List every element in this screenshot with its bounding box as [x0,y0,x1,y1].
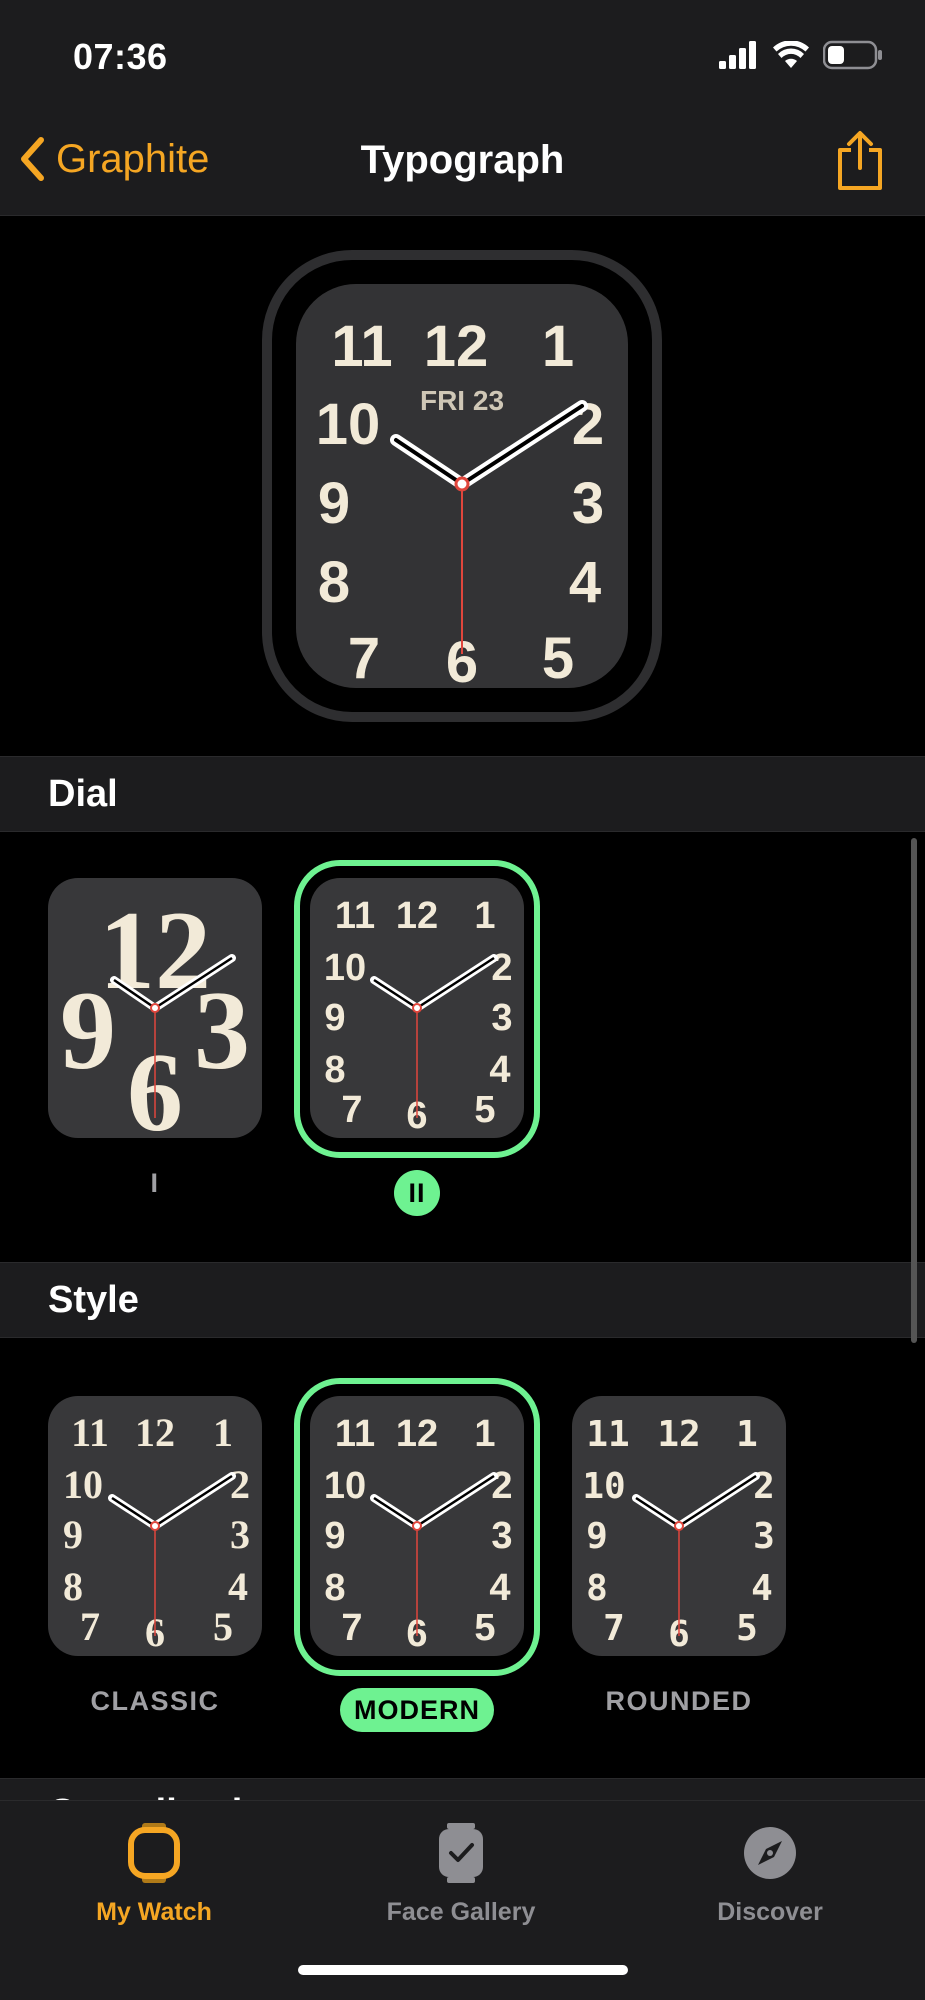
svg-text:3: 3 [230,1512,250,1557]
style-option-modern[interactable]: 12 1 2 345 678 9 10 11 [310,1396,524,1656]
tab-discover[interactable]: Discover [640,1821,900,1927]
numeral-11: 11 [331,314,392,379]
preview-dial: 12 1 2 3 4 5 6 7 8 9 10 11 FRI 23 [316,314,604,688]
share-button[interactable] [835,130,885,197]
svg-text:5: 5 [474,1607,495,1649]
style-option-rounded-label: ROUNDED [605,1686,753,1716]
numeral-10: 10 [316,392,381,457]
svg-text:3: 3 [194,969,250,1093]
home-indicator[interactable] [298,1965,628,1975]
numeral-9: 9 [318,471,350,536]
svg-text:10: 10 [324,1465,366,1507]
svg-text:7: 7 [80,1604,100,1649]
style-option-modern-label: MODERN [340,1688,494,1732]
status-time: 07:36 [73,36,168,77]
watch-face-preview: 12 1 2 3 4 5 6 7 8 9 10 11 FRI 23 [262,250,662,722]
svg-text:8: 8 [63,1564,83,1609]
tab-discover-label: Discover [717,1898,823,1926]
style-option-classic-label: CLASSIC [90,1686,220,1716]
svg-text:9: 9 [324,1515,345,1557]
svg-text:4: 4 [751,1568,773,1609]
svg-text:1: 1 [736,1414,758,1455]
svg-text:8: 8 [324,1567,345,1609]
style-option-classic[interactable]: 12 1 2 345 678 9 10 11 [48,1396,262,1656]
cellular-signal-icon [719,41,756,69]
svg-text:1: 1 [474,1413,495,1455]
style-option-rounded[interactable]: 12 1 2 345 678 9 10 11 [572,1396,786,1656]
face-gallery-icon [439,1823,483,1883]
svg-text:4: 4 [489,1567,510,1609]
battery-icon [823,40,882,70]
svg-text:12: 12 [657,1414,700,1455]
page-title: Typograph [360,138,565,182]
tab-my-watch[interactable]: My Watch [24,1821,284,1927]
svg-text:5: 5 [213,1604,233,1649]
svg-text:1: 1 [213,1410,233,1455]
svg-text:11: 11 [586,1414,629,1455]
svg-text:3: 3 [753,1516,775,1557]
tab-my-watch-label: My Watch [96,1898,212,1926]
svg-text:10: 10 [582,1466,625,1507]
svg-text:12: 12 [135,1410,175,1455]
numeral-1: 1 [542,314,574,379]
watch-face-screen: 12 1 2 3 4 5 6 7 8 9 10 11 FRI 23 [296,284,628,688]
tab-face-gallery-label: Face Gallery [386,1898,536,1926]
svg-text:4: 4 [489,1049,510,1091]
dial-option-ii[interactable]: 12 1 2 345 678 9 10 11 [310,878,524,1138]
numeral-2: 2 [572,392,604,457]
svg-text:11: 11 [335,895,375,937]
svg-text:5: 5 [736,1608,758,1649]
numeral-3: 3 [572,471,604,536]
svg-text:2: 2 [491,947,512,989]
numeral-8: 8 [318,550,350,615]
svg-text:8: 8 [324,1049,345,1091]
dial-option-i[interactable]: 12 9 3 6 [48,878,262,1138]
svg-text:10: 10 [324,947,366,989]
svg-text:11: 11 [335,1413,375,1455]
compass-icon [744,1827,796,1879]
svg-text:7: 7 [341,1607,362,1649]
svg-text:7: 7 [341,1089,362,1131]
svg-text:3: 3 [491,997,512,1039]
svg-text:8: 8 [586,1568,608,1609]
svg-text:9: 9 [324,997,345,1039]
share-icon [838,131,882,190]
scrollbar[interactable] [911,838,917,1343]
style-section-header: Style [0,1262,925,1338]
svg-text:3: 3 [491,1515,512,1557]
svg-text:7: 7 [603,1608,625,1649]
watch-icon [128,1823,180,1883]
svg-text:2: 2 [491,1465,512,1507]
svg-text:5: 5 [474,1089,495,1131]
dial-section-header: Dial [0,756,925,832]
dial-section-title: Dial [48,773,118,815]
svg-text:2: 2 [230,1462,250,1507]
svg-text:9: 9 [586,1516,608,1557]
dial-option-i-label: I [150,1168,160,1198]
svg-text:12: 12 [396,895,438,937]
numeral-12: 12 [424,314,489,379]
svg-text:1: 1 [474,895,495,937]
wifi-icon [773,41,809,68]
tab-face-gallery[interactable]: Face Gallery [331,1821,591,1927]
style-section-title: Style [48,1279,139,1321]
top-bar: 07:36 Graphite Typograph [0,0,925,216]
date-complication: FRI 23 [420,385,504,416]
svg-text:9: 9 [63,1512,83,1557]
numeral-7: 7 [348,626,380,688]
svg-text:11: 11 [71,1410,109,1455]
svg-text:12: 12 [396,1413,438,1455]
svg-text:4: 4 [228,1564,248,1609]
svg-text:9: 9 [60,969,116,1093]
dial-option-ii-label: II [394,1170,440,1216]
numeral-5: 5 [542,626,574,688]
numeral-4: 4 [569,550,601,615]
svg-text:10: 10 [63,1462,103,1507]
status-icons [719,40,883,70]
